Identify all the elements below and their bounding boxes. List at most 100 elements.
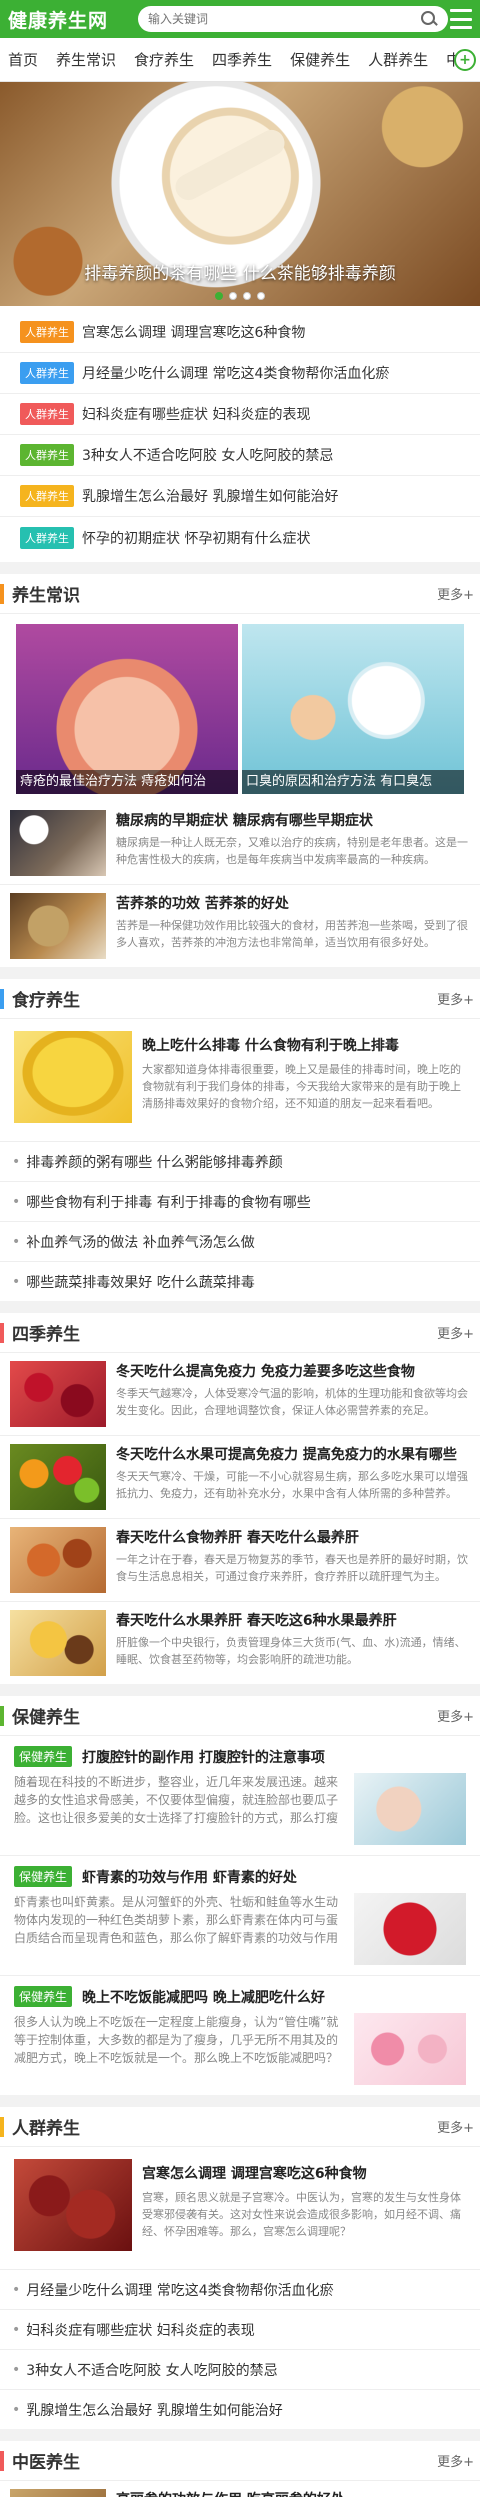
article-thumbnail — [354, 1773, 466, 1845]
section-accent-bar — [0, 583, 4, 604]
section-health-knowledge: 养生常识 更多+ 痔疮的最佳治疗方法 痔疮如何治 口臭的原因和治疗方法 有口臭怎… — [0, 574, 480, 967]
category-badge[interactable]: 保健养生 — [14, 1866, 73, 1887]
site-logo[interactable]: 健康养生网 — [8, 6, 126, 33]
nav-healthcare[interactable]: 保健养生 — [290, 49, 350, 70]
article-title[interactable]: 春天吃什么食物养肝 春天吃什么最养肝 — [116, 1527, 470, 1547]
article-item[interactable]: 高丽参的功效与作用 吃高丽参的好处 — [0, 2481, 480, 2497]
article-item[interactable]: 保健养生 晚上不吃饭能减肥吗 晚上减肥吃什么好 很多人认为晚上不吃饭在一定程度上… — [0, 1976, 480, 2095]
article-item[interactable]: 保健养生 打腹腔针的副作用 打腹腔针的注意事项 随着现在科技的不断进步，整容业，… — [0, 1736, 480, 1856]
list-item[interactable]: 乳腺增生怎么治最好 乳腺增生如何能治好 — [0, 2389, 480, 2429]
hot-list-item[interactable]: 人群养生 月经量少吃什么调理 常吃这4类食物帮你活血化瘀 — [0, 353, 480, 394]
nav-health-knowledge[interactable]: 养生常识 — [56, 49, 116, 70]
list-item[interactable]: 妇科炎症有哪些症状 妇科炎症的表现 — [0, 2309, 480, 2349]
hot-list-title[interactable]: 妇科炎症有哪些症状 妇科炎症的表现 — [82, 404, 310, 424]
article-thumbnail — [10, 1610, 106, 1676]
article-title[interactable]: 虾青素的功效与作用 虾青素的好处 — [82, 1867, 297, 1887]
more-link[interactable]: 更多+ — [437, 584, 474, 603]
search-box[interactable] — [138, 6, 448, 32]
banner-image — [170, 125, 290, 205]
section-accent-bar — [0, 988, 4, 1009]
plus-icon[interactable]: + — [454, 49, 476, 71]
hot-list-title[interactable]: 3种女人不适合吃阿胶 女人吃阿胶的禁忌 — [82, 445, 333, 465]
nav-seasonal[interactable]: 四季养生 — [212, 49, 272, 70]
article-summary: 肝脏像一个中央银行，负责管理身体三大货币(气、血、水)流通，情绪、睡眠、饮食甚至… — [116, 1636, 466, 1666]
article-thumbnail — [10, 1527, 106, 1593]
article-title[interactable]: 糖尿病的早期症状 糖尿病有哪些早期症状 — [116, 810, 470, 830]
nav-diet-therapy[interactable]: 食疗养生 — [134, 49, 194, 70]
section-groups: 人群养生 更多+ 宫寒怎么调理 调理宫寒吃这6种食物 宫寒，顾名思义就是子宫寒冷… — [0, 2107, 480, 2429]
category-badge[interactable]: 保健养生 — [14, 1746, 73, 1767]
list-item[interactable]: 哪些蔬菜排毒效果好 吃什么蔬菜排毒 — [0, 1261, 480, 1301]
list-item[interactable]: 3种女人不适合吃阿胶 女人吃阿胶的禁忌 — [0, 2349, 480, 2389]
article-title[interactable]: 打腹腔针的副作用 打腹腔针的注意事项 — [82, 1747, 325, 1767]
section-title: 人群养生 — [12, 2119, 80, 2139]
hot-list-title[interactable]: 宫寒怎么调理 调理宫寒吃这6种食物 — [82, 322, 305, 342]
hot-list-title[interactable]: 月经量少吃什么调理 常吃这4类食物帮你活血化瘀 — [82, 363, 389, 383]
hot-list-item[interactable]: 人群养生 妇科炎症有哪些症状 妇科炎症的表现 — [0, 394, 480, 435]
category-tag[interactable]: 人群养生 — [20, 526, 74, 549]
hot-list-item[interactable]: 人群养生 乳腺增生怎么治最好 乳腺增生如何能治好 — [0, 476, 480, 517]
image-cards: 痔疮的最佳治疗方法 痔疮如何治 口臭的原因和治疗方法 有口臭怎 — [0, 614, 480, 802]
article-item[interactable]: 保健养生 虾青素的功效与作用 虾青素的好处 虾青素也叫虾黄素。是从河蟹虾的外壳、… — [0, 1856, 480, 1976]
article-item[interactable]: 春天吃什么食物养肝 春天吃什么最养肝 一年之计在于春，春天是万物复苏的季节，春天… — [0, 1519, 480, 1602]
banner-carousel[interactable]: 排毒养颜的茶有哪些 什么茶能够排毒养颜 — [0, 82, 480, 306]
article-title[interactable]: 冬天吃什么水果可提高免疫力 提高免疫力的水果有哪些 — [116, 1444, 470, 1464]
article-title[interactable]: 苦荞茶的功效 苦荞茶的好处 — [116, 893, 470, 913]
nav-groups[interactable]: 人群养生 — [368, 49, 428, 70]
hot-list-item[interactable]: 人群养生 宫寒怎么调理 调理宫寒吃这6种食物 — [0, 312, 480, 353]
more-link[interactable]: 更多+ — [437, 2451, 474, 2470]
top-header: 健康养生网 — [0, 0, 480, 38]
section-tcm: 中医养生 更多+ 高丽参的功效与作用 吃高丽参的好处 — [0, 2441, 480, 2497]
list-item[interactable]: 哪些食物有利于排毒 有利于排毒的食物有哪些 — [0, 1181, 480, 1221]
category-tag[interactable]: 人群养生 — [20, 321, 74, 343]
article-item[interactable]: 春天吃什么水果养肝 春天吃这6种水果最养肝 肝脏像一个中央银行，负责管理身体三大… — [0, 1602, 480, 1684]
nav-home[interactable]: 首页 — [8, 49, 38, 70]
hot-list-title[interactable]: 乳腺增生怎么治最好 乳腺增生如何能治好 — [82, 486, 338, 506]
category-tag[interactable]: 人群养生 — [20, 444, 74, 466]
more-link[interactable]: 更多+ — [437, 1323, 474, 1342]
section-header: 人群养生 更多+ — [0, 2107, 480, 2147]
carousel-dot[interactable] — [229, 292, 237, 300]
section-seasonal: 四季养生 更多+ 冬天吃什么提高免疫力 免疫力差要多吃这些食物 冬季天气越寒冷，… — [0, 1313, 480, 1684]
carousel-dot[interactable] — [243, 292, 251, 300]
search-icon[interactable] — [420, 10, 438, 28]
list-item[interactable]: 排毒养颜的粥有哪些 什么粥能够排毒养颜 — [0, 1141, 480, 1181]
feature-article[interactable]: 宫寒怎么调理 调理宫寒吃这6种食物 宫寒，顾名思义就是子宫寒冷。中医认为，宫寒的… — [0, 2147, 480, 2269]
hot-list-item[interactable]: 人群养生 3种女人不适合吃阿胶 女人吃阿胶的禁忌 — [0, 435, 480, 476]
article-title[interactable]: 宫寒怎么调理 调理宫寒吃这6种食物 — [142, 2163, 466, 2183]
list-item[interactable]: 补血养气汤的做法 补血养气汤怎么做 — [0, 1221, 480, 1261]
category-badge[interactable]: 保健养生 — [14, 1986, 73, 2007]
more-link[interactable]: 更多+ — [437, 2117, 474, 2136]
section-title: 中医养生 — [12, 2453, 80, 2473]
article-thumbnail — [354, 2013, 466, 2085]
list-item[interactable]: 月经量少吃什么调理 常吃这4类食物帮你活血化瘀 — [0, 2269, 480, 2309]
category-nav: 首页 养生常识 食疗养生 四季养生 保健养生 人群养生 中 + — [0, 38, 480, 82]
image-card[interactable]: 痔疮的最佳治疗方法 痔疮如何治 — [16, 624, 238, 794]
hot-list-item[interactable]: 人群养生 怀孕的初期症状 怀孕初期有什么症状 — [0, 517, 480, 558]
article-title[interactable]: 春天吃什么水果养肝 春天吃这6种水果最养肝 — [116, 1610, 470, 1630]
feature-article[interactable]: 晚上吃什么排毒 什么食物有利于晚上排毒 大家都知道身体排毒很重要，晚上又是最佳的… — [0, 1019, 480, 1141]
search-input[interactable] — [148, 12, 420, 26]
article-item[interactable]: 冬天吃什么提高免疫力 免疫力差要多吃这些食物 冬季天气越寒冷，人体受寒冷气温的影… — [0, 1353, 480, 1436]
banner-caption[interactable]: 排毒养颜的茶有哪些 什么茶能够排毒养颜 — [0, 259, 480, 284]
category-tag[interactable]: 人群养生 — [20, 485, 74, 507]
carousel-dot[interactable] — [257, 292, 265, 300]
article-title[interactable]: 冬天吃什么提高免疫力 免疫力差要多吃这些食物 — [116, 1361, 470, 1381]
article-summary: 很多人认为晚上不吃饭在一定程度上能瘦身，认为“管住嘴”就等于控制体重，大多数的都… — [14, 2015, 339, 2065]
article-title[interactable]: 晚上不吃饭能减肥吗 晚上减肥吃什么好 — [82, 1987, 325, 2007]
article-item[interactable]: 糖尿病的早期症状 糖尿病有哪些早期症状 糖尿病是一种让人既无奈，又难以治疗的疾病… — [0, 802, 480, 885]
hot-list-title[interactable]: 怀孕的初期症状 怀孕初期有什么症状 — [82, 528, 310, 548]
category-tag[interactable]: 人群养生 — [20, 362, 74, 384]
article-item[interactable]: 苦荞茶的功效 苦荞茶的好处 苦荞是一种保健功效作用比较强大的食材，用苦荞泡一些茶… — [0, 885, 480, 967]
carousel-dot[interactable] — [215, 292, 223, 300]
category-tag[interactable]: 人群养生 — [20, 403, 74, 425]
article-title[interactable]: 晚上吃什么排毒 什么食物有利于晚上排毒 — [142, 1035, 466, 1055]
menu-icon[interactable] — [450, 9, 472, 29]
article-thumbnail — [14, 1031, 132, 1123]
image-card[interactable]: 口臭的原因和治疗方法 有口臭怎 — [242, 624, 464, 794]
more-link[interactable]: 更多+ — [437, 1706, 474, 1725]
more-link[interactable]: 更多+ — [437, 989, 474, 1008]
section-title: 养生常识 — [12, 586, 80, 606]
article-title[interactable]: 高丽参的功效与作用 吃高丽参的好处 — [116, 2489, 470, 2497]
article-item[interactable]: 冬天吃什么水果可提高免疫力 提高免疫力的水果有哪些 冬天天气寒冷、干燥，可能一不… — [0, 1436, 480, 1519]
